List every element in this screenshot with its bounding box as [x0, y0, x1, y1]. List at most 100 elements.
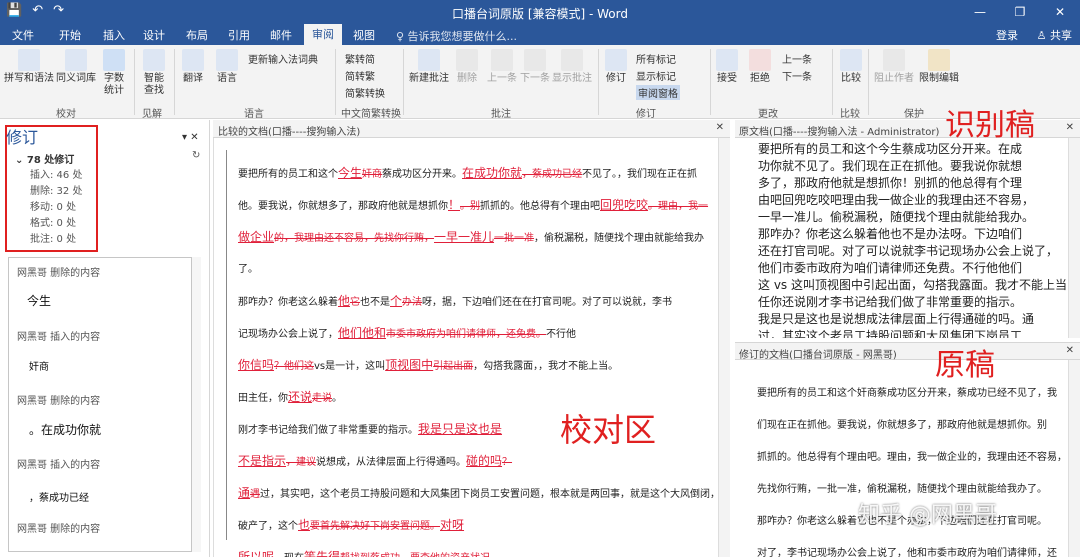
simp-trad-convert-button[interactable]: 简繁转换	[345, 85, 385, 100]
revised-document-scrollbar[interactable]	[1068, 360, 1080, 557]
revision-header[interactable]: 网黑哥 删除的内容	[17, 392, 100, 407]
share-button[interactable]: ♙ 共享	[1037, 27, 1072, 43]
ribbon-divider	[710, 49, 711, 115]
document-text: 。	[332, 393, 343, 404]
minimize-button[interactable]: —	[960, 0, 1000, 24]
next-comment-button[interactable]: 下一条	[518, 49, 552, 85]
deleted-text: 走说	[312, 393, 333, 404]
original-document-scrollbar[interactable]	[1068, 138, 1080, 338]
original-document-body[interactable]: 要把所有的员工和这个今生蔡成功区分开来。在成 功你就不见了。我们现在正在抓他。要我…	[735, 138, 1068, 338]
tab-review[interactable]: 审阅	[304, 24, 342, 45]
show-markup-dropdown[interactable]: 显示标记	[636, 68, 676, 83]
ribbon-divider	[403, 49, 404, 115]
document-line: 要把所有的员工和这个奸商蔡成功区分开来，蔡成功已经不见了，我	[757, 388, 1057, 399]
tab-layout[interactable]: 布局	[186, 27, 208, 43]
document-text: 现场办公会上说了，	[248, 329, 338, 340]
deleted-text: 一批一准	[494, 233, 535, 244]
compared-document-body[interactable]: 要把所有的员工和这个今生奸商蔡成功区分开来。在成功你就，蔡成功已经不见了。，我们…	[213, 138, 718, 557]
document-line: 田主任，你还说走说。	[238, 388, 342, 405]
tab-view[interactable]: 视图	[353, 27, 375, 43]
close-button[interactable]: ✕	[1040, 0, 1080, 24]
compared-document-scrollbar[interactable]	[718, 138, 730, 557]
revision-header[interactable]: 网黑哥 删除的内容	[17, 264, 100, 279]
show-comments-button[interactable]: 显示批注	[552, 49, 592, 85]
document-line: 过，其实这个老员工持股问题和大风集团下岗员工	[758, 329, 1023, 338]
translate-button[interactable]: 翻译	[178, 49, 208, 85]
update-ime-dictionary-button[interactable]: 更新输入法词典	[248, 51, 318, 66]
next-change-button[interactable]: 下一条	[782, 68, 812, 83]
document-text: 抓抓的。他总得有个理由吧	[480, 201, 601, 212]
compare-icon	[840, 49, 862, 71]
pane-options-icon[interactable]: ▾ ✕	[182, 132, 199, 143]
document-line: 抓抓的。他总得有个理由吧。理由，我一做企业的，我理由还不容易，	[757, 452, 1067, 463]
collapse-icon: ⌄	[15, 155, 27, 166]
word-count-button[interactable]: 字数 统计	[100, 49, 128, 97]
inserted-text: ！	[448, 198, 461, 212]
deletions-count: 删除: 32 处	[30, 186, 83, 197]
deleted-text: 帮找到蔡成功，要查他的资产状况。	[340, 553, 500, 557]
to-simplified-button[interactable]: 简转繁	[345, 68, 375, 83]
document-line: 所以呢，现在等先得帮找到蔡成功，要查他的资产状况。	[238, 548, 500, 557]
inserted-text: 我是只是这也是	[418, 422, 503, 436]
document-line: 我是只是这也是说想成法律层面上行得通碰的吗。通	[758, 312, 1035, 326]
document-line: 通遇过，其实吧，这个老员工持股问题和大风集团下岗员工安置问题，根本就是两回事，就…	[238, 484, 718, 501]
compared-document-title: 比较的文档(口播----搜狗输入法)	[218, 127, 361, 138]
document-line: 记现场办公会上说了，他们他和市委市政府为咱们请律师，还免费。不行他	[238, 324, 576, 341]
previous-comment-button[interactable]: 上一条	[484, 49, 520, 85]
title-bar: 💾 ↶ ↷ 口播台词原版 [兼容模式] - Word — ❐ ✕	[0, 0, 1080, 24]
deleted-text: 。理由，我一	[648, 201, 709, 212]
deleted-text: 要首先解决好下岗安置问题。	[310, 521, 441, 532]
accept-button[interactable]: 接受	[714, 49, 740, 85]
tab-mailings[interactable]: 邮件	[270, 27, 292, 43]
revision-header[interactable]: 网黑哥 插入的内容	[17, 328, 100, 343]
revision-header[interactable]: 网黑哥 插入的内容	[17, 456, 100, 471]
all-markup-dropdown[interactable]: 所有标记	[636, 51, 676, 66]
spelling-grammar-button[interactable]: 拼写和语法	[4, 49, 54, 85]
refresh-icon[interactable]: ↻	[192, 150, 200, 161]
revision-list: 网黑哥 删除的内容 今生 网黑哥 插入的内容 奸商 网黑哥 删除的内容 。在成功…	[8, 257, 201, 552]
restrict-editing-button[interactable]: 限制编辑	[918, 49, 960, 85]
thesaurus-button[interactable]: 同义词库	[54, 49, 98, 85]
close-icon[interactable]: ✕	[1066, 122, 1074, 133]
compare-button[interactable]: 比较	[838, 49, 864, 85]
deleted-text: 引起出面	[433, 361, 474, 372]
ribbon-divider	[832, 49, 833, 115]
tab-design[interactable]: 设计	[143, 27, 165, 43]
reviewing-pane-button[interactable]: 审阅窗格	[636, 85, 680, 100]
group-label-protect: 保护	[904, 109, 924, 120]
document-text: 要把所有的员工和这个	[238, 169, 338, 180]
language-button[interactable]: 语言	[212, 49, 242, 85]
tab-references[interactable]: 引用	[228, 27, 250, 43]
deleted-text: 它	[350, 297, 361, 308]
block-authors-button[interactable]: 阻止作者	[873, 49, 915, 85]
accept-icon	[716, 49, 738, 71]
revised-document-title: 修订的文档(口播台词原版 - 网黑哥)	[739, 350, 897, 361]
restore-button[interactable]: ❐	[1000, 0, 1040, 24]
inserted-text: 今生	[338, 166, 363, 180]
close-icon[interactable]: ✕	[716, 122, 724, 133]
recognized-draft-label: 识别稿	[945, 108, 1035, 143]
tab-file[interactable]: 文件	[12, 27, 34, 43]
inserted-text: 他们他和	[338, 326, 387, 340]
document-text: ，勾搭我露面，，我才不能上当。	[473, 361, 619, 372]
inserted-text: 他	[338, 294, 351, 308]
revision-text: ，蔡成功已经	[29, 493, 89, 504]
close-icon[interactable]: ✕	[1066, 345, 1074, 356]
previous-change-button[interactable]: 上一条	[782, 51, 812, 66]
to-traditional-button[interactable]: 繁转简	[345, 51, 375, 66]
revision-count[interactable]: ⌄ 78 处修订	[15, 151, 74, 166]
inserted-text: 通	[238, 486, 251, 500]
tab-home[interactable]: 开始	[59, 27, 81, 43]
smart-lookup-button[interactable]: 智能 查找	[140, 49, 168, 97]
document-line: 对了，李书记现场办公会上说了，他和市委市政府为咱们请律师，还	[757, 548, 1057, 557]
tab-insert[interactable]: 插入	[103, 27, 125, 43]
new-comment-button[interactable]: 新建批注	[408, 49, 450, 85]
signin-link[interactable]: 登录	[996, 27, 1018, 43]
revision-header[interactable]: 网黑哥 删除的内容	[17, 520, 100, 535]
reject-button[interactable]: 拒绝	[747, 49, 773, 85]
track-changes-button[interactable]: 修订	[603, 49, 629, 85]
tell-me-search[interactable]: ♀ 告诉我您想要做什么...	[396, 28, 517, 44]
reviewing-pane-scrollbar[interactable]	[191, 257, 201, 552]
ribbon-divider	[335, 49, 336, 115]
delete-comment-button[interactable]: 删除	[454, 49, 480, 85]
